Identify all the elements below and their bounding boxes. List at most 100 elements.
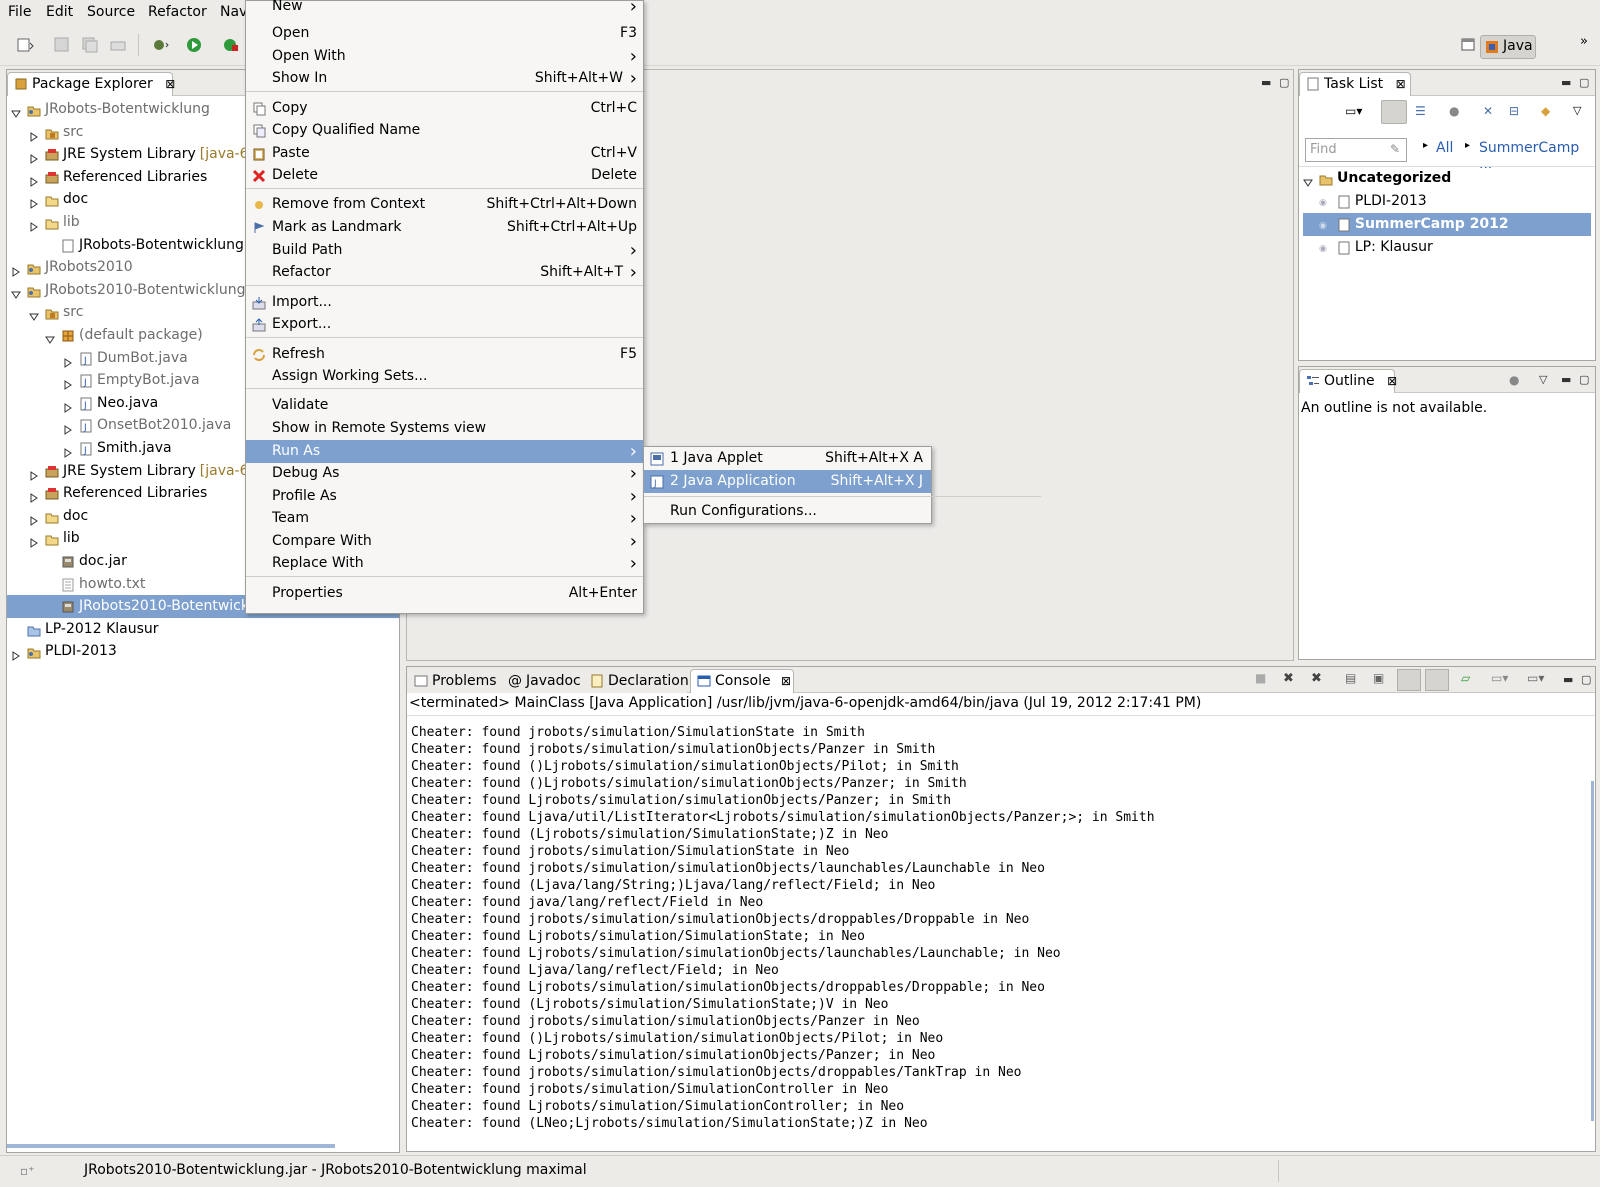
minimize-icon[interactable]: ▬ bbox=[1563, 673, 1573, 686]
minimize-icon[interactable]: ▬ bbox=[1261, 76, 1271, 89]
print-icon[interactable] bbox=[108, 36, 128, 54]
focus-icon[interactable]: ● bbox=[1509, 373, 1519, 387]
menu-item-debug-as[interactable]: Debug As › bbox=[246, 462, 643, 485]
tree-row[interactable]: lib bbox=[29, 527, 84, 550]
collapsed-triangle-icon[interactable] bbox=[29, 511, 39, 526]
menu-item-export[interactable]: Export... bbox=[246, 313, 643, 336]
focus-icon[interactable]: ● bbox=[1449, 104, 1459, 118]
filter-all-link[interactable]: All bbox=[1436, 140, 1453, 156]
menu-item-copy[interactable]: Copy Ctrl+C bbox=[246, 97, 643, 120]
open-console-icon[interactable]: ▭▾ bbox=[1527, 671, 1544, 685]
scheduled-icon[interactable]: ☰ bbox=[1415, 104, 1426, 118]
collapsed-triangle-icon[interactable] bbox=[29, 127, 39, 142]
menu-item-show-in-remote-systems-view[interactable]: Show in Remote Systems view bbox=[246, 417, 643, 440]
close-icon[interactable]: ⊠ bbox=[781, 674, 791, 688]
collapse-all-icon[interactable]: ⊟ bbox=[1509, 104, 1519, 118]
collapsed-triangle-icon[interactable] bbox=[63, 375, 73, 391]
collapsed-triangle-icon[interactable] bbox=[11, 262, 21, 278]
tree-row[interactable]: Referenced Libraries bbox=[29, 166, 211, 189]
categorized-icon[interactable] bbox=[1381, 100, 1407, 124]
menu-refactor[interactable]: Refactor bbox=[148, 4, 207, 20]
tree-row[interactable]: JRobots2010 bbox=[11, 256, 137, 279]
collapsed-triangle-icon[interactable] bbox=[29, 194, 39, 210]
menu-item-java-application[interactable]: J 2 Java Application Shift+Alt+X J bbox=[644, 470, 931, 493]
tree-row[interactable]: J EmptyBot.java bbox=[63, 369, 204, 392]
menu-item-open-with[interactable]: Open With › bbox=[246, 45, 643, 68]
hide-completed-icon[interactable]: ✕ bbox=[1483, 104, 1493, 118]
collapsed-triangle-icon[interactable] bbox=[29, 217, 39, 232]
maximize-icon[interactable]: ▢ bbox=[1279, 76, 1289, 89]
menu-item-remove-from-context[interactable]: Remove from Context Shift+Ctrl+Alt+Down bbox=[246, 193, 643, 216]
minimize-icon[interactable]: ▬ bbox=[1561, 76, 1571, 89]
tab-problems[interactable]: Problems bbox=[407, 669, 503, 693]
minimize-icon[interactable]: ▬ bbox=[1561, 373, 1571, 386]
menu-source[interactable]: Source bbox=[87, 4, 135, 20]
menu-item-team[interactable]: Team › bbox=[246, 507, 643, 530]
tree-row[interactable]: J DumBot.java bbox=[63, 347, 192, 370]
remove-launch-icon[interactable]: ✖ bbox=[1283, 671, 1294, 686]
maximize-icon[interactable]: ▢ bbox=[1581, 673, 1591, 686]
menu-item-build-path[interactable]: Build Path › bbox=[246, 239, 643, 262]
show-on-stdout-icon[interactable] bbox=[1397, 669, 1421, 691]
horizontal-scrollbar[interactable] bbox=[7, 1144, 335, 1148]
tab-console[interactable]: Console ⊠ bbox=[690, 669, 794, 693]
tree-row[interactable]: src bbox=[29, 121, 87, 144]
console-output[interactable]: Cheater: found jrobots/simulation/Simula… bbox=[411, 724, 1155, 1132]
menu-item-paste[interactable]: Paste Ctrl+V bbox=[246, 142, 643, 165]
menu-item-validate[interactable]: Validate bbox=[246, 394, 643, 417]
menu-item-run-configurations[interactable]: Run Configurations... bbox=[644, 500, 931, 523]
collapsed-triangle-icon[interactable] bbox=[63, 443, 73, 458]
open-perspective-icon[interactable] bbox=[1458, 36, 1478, 54]
collapsed-triangle-icon[interactable] bbox=[29, 488, 39, 504]
menu-item-properties[interactable]: Properties Alt+Enter bbox=[246, 582, 643, 605]
tree-row[interactable]: PLDI-2013 bbox=[11, 640, 121, 663]
menu-item-assign-working-sets[interactable]: Assign Working Sets... bbox=[246, 365, 643, 388]
tree-row[interactable]: doc bbox=[29, 188, 92, 211]
task-row[interactable]: ◉ LP: Klausur bbox=[1319, 236, 1591, 259]
close-icon[interactable]: ⊠ bbox=[165, 77, 175, 91]
maximize-icon[interactable]: ▢ bbox=[1579, 373, 1589, 386]
menu-item-show-in[interactable]: Show In Shift+Alt+W › bbox=[246, 67, 643, 90]
tree-row[interactable]: JRobots-Botentwicklung.la bbox=[45, 234, 265, 257]
perspective-java-button[interactable]: Java bbox=[1480, 35, 1536, 59]
remove-all-launches-icon[interactable]: ✖ bbox=[1311, 671, 1322, 686]
scroll-lock-icon[interactable]: ▣ bbox=[1373, 671, 1384, 685]
save-icon[interactable] bbox=[52, 36, 72, 54]
vertical-scrollbar[interactable] bbox=[1591, 781, 1594, 1121]
collapsed-triangle-icon[interactable] bbox=[63, 420, 73, 436]
menu-item-java-applet[interactable]: 1 Java Applet Shift+Alt+X A bbox=[644, 447, 931, 470]
collapsed-triangle-icon[interactable] bbox=[29, 149, 39, 165]
tree-row[interactable]: JRobots2010-Botentwicklung bbox=[11, 279, 250, 302]
synchronize-icon[interactable]: ◆ bbox=[1541, 104, 1550, 118]
task-row-selected[interactable]: ◉ SummerCamp 2012 bbox=[1303, 213, 1591, 236]
debug-icon[interactable] bbox=[150, 36, 170, 54]
display-console-icon[interactable]: ▭▾ bbox=[1491, 671, 1508, 685]
collapsed-triangle-icon[interactable] bbox=[29, 466, 39, 481]
show-on-stderr-icon[interactable] bbox=[1425, 669, 1449, 691]
new-wizard-icon[interactable] bbox=[16, 36, 36, 54]
task-find-input[interactable]: Find ✎ bbox=[1305, 138, 1407, 162]
run-icon[interactable] bbox=[186, 36, 206, 54]
expanded-triangle-icon[interactable] bbox=[29, 307, 39, 322]
tree-row[interactable]: Referenced Libraries bbox=[29, 482, 211, 505]
collapsed-triangle-icon[interactable] bbox=[63, 398, 73, 413]
maximize-icon[interactable]: ▢ bbox=[1579, 76, 1589, 89]
close-icon[interactable]: ⊠ bbox=[1396, 77, 1406, 91]
expanded-triangle-icon[interactable] bbox=[45, 330, 55, 344]
clear-console-icon[interactable]: ▤ bbox=[1345, 671, 1356, 685]
menu-edit[interactable]: Edit bbox=[46, 4, 73, 20]
menu-item-profile-as[interactable]: Profile As › bbox=[246, 485, 643, 508]
tab-task-list[interactable]: Task List ⊠ bbox=[1299, 72, 1411, 96]
tree-row[interactable]: J Neo.java bbox=[63, 392, 162, 415]
filter-summercamp-link[interactable]: SummerCamp ... bbox=[1479, 140, 1595, 172]
task-row[interactable]: ◉ PLDI-2013 bbox=[1319, 190, 1591, 213]
task-category-row[interactable]: Uncategorized bbox=[1303, 167, 1451, 190]
tab-package-explorer[interactable]: Package Explorer ⊠ bbox=[7, 72, 175, 96]
tab-outline[interactable]: Outline ⊠ bbox=[1299, 369, 1397, 393]
menu-navigate[interactable]: Nav bbox=[220, 4, 247, 20]
fast-view-icon[interactable]: ▫⁺ bbox=[20, 1164, 34, 1178]
view-menu-icon[interactable]: ▽ bbox=[1573, 104, 1581, 117]
menu-item-new[interactable]: New › bbox=[246, 0, 643, 18]
tab-javadoc[interactable]: @ Javadoc bbox=[501, 669, 583, 693]
tree-row[interactable]: doc.jar bbox=[45, 550, 131, 573]
